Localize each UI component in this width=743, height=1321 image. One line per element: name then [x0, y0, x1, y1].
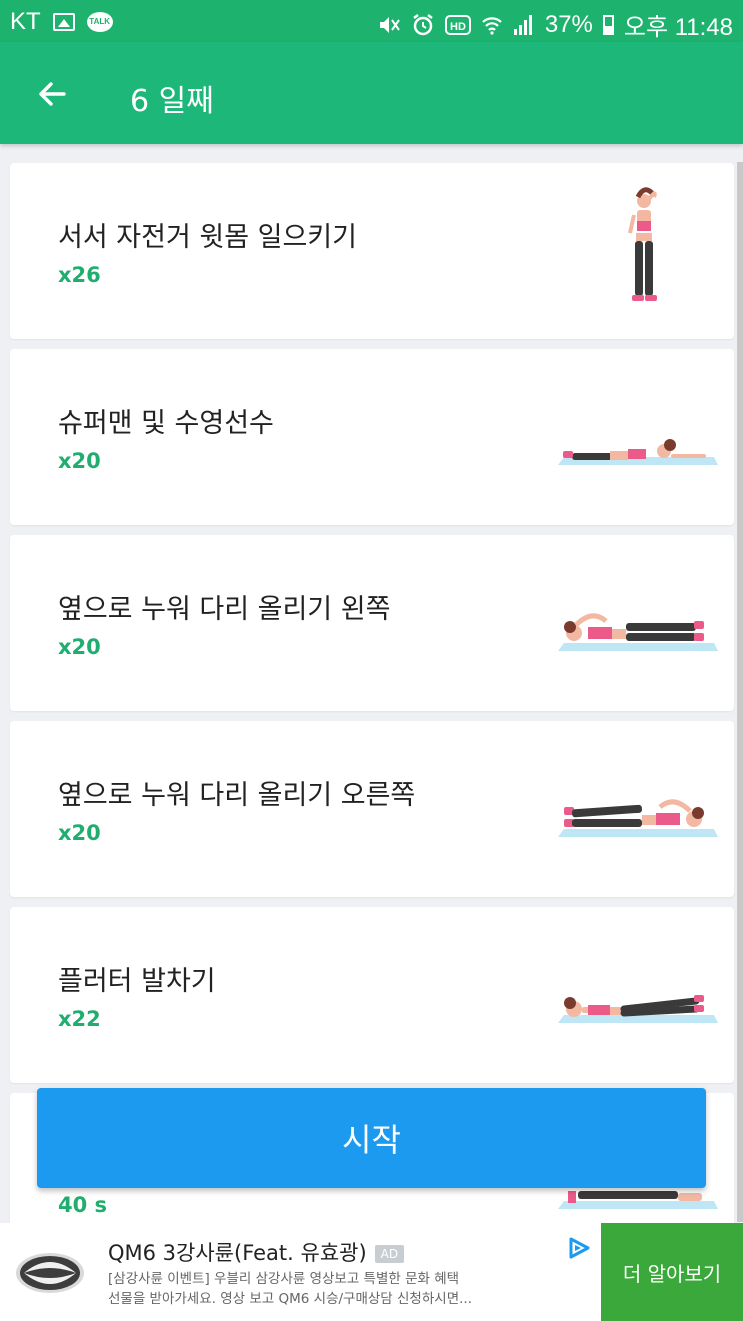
flutter-kicks-illustration [558, 995, 718, 1023]
exercise-name: 슈퍼맨 및 수영선수 [58, 408, 274, 439]
alarm-icon [413, 13, 433, 35]
exercise-item[interactable]: 옆으로 누워 다리 올리기 오른쪽 x20 [10, 721, 734, 897]
battery-percent: 37% [544, 10, 593, 38]
ad-badge: AD [374, 1245, 405, 1263]
signal-icon [513, 14, 532, 35]
exercise-reps: x22 [58, 1007, 101, 1031]
status-bar: KT TALK HD 37% 오후 11:48 [0, 0, 743, 42]
wifi-icon [482, 16, 502, 35]
side-leg-lift-left-illustration [558, 613, 718, 651]
arrow-left-icon [39, 82, 66, 106]
mute-icon [379, 16, 400, 33]
exercise-item[interactable]: 서서 자전거 윗몸 일으키기 x26 [10, 163, 734, 339]
app-bar: 6 일째 [0, 42, 743, 144]
exercise-reps: x20 [58, 821, 101, 845]
svg-text:HD: HD [450, 21, 466, 33]
battery-icon [602, 14, 614, 35]
start-button[interactable]: 시작 [37, 1088, 706, 1188]
ad-banner[interactable]: QM6 3강사륜(Feat. 유효광) AD [삼강사륜 이벤트] 우블리 삼강사… [0, 1223, 743, 1321]
carrier-label: KT [10, 8, 41, 35]
hd-icon: HD [444, 14, 471, 35]
car-brand-logo [16, 1253, 84, 1293]
exercise-name: 옆으로 누워 다리 올리기 왼쪽 [58, 594, 391, 625]
kakaotalk-icon: TALK [86, 12, 113, 32]
superman-swimmer-illustration [558, 439, 718, 465]
exercise-reps: x20 [58, 635, 101, 659]
ad-description: [삼강사륜 이벤트] 우블리 삼강사륜 영상보고 특별한 문화 혜택 선물을 받… [108, 1269, 548, 1309]
exercise-name: 옆으로 누워 다리 올리기 오른쪽 [58, 780, 416, 811]
exercise-item[interactable]: 슈퍼맨 및 수영선수 x20 [10, 349, 734, 525]
ad-title-text: QM6 3강사륜(Feat. 유효광) [108, 1241, 367, 1265]
ad-description-line: 선물을 받아가세요. 영상 보고 QM6 시승/구매상담 신청하시면... [108, 1291, 472, 1307]
exercise-reps: 40 s [58, 1193, 108, 1217]
exercise-item[interactable]: 플러터 발차기 x22 [10, 907, 734, 1083]
exercise-name: 플러터 발차기 [58, 966, 216, 997]
standing-bicycle-crunch-illustration [628, 187, 657, 301]
scrollbar[interactable] [737, 162, 743, 1222]
learn-more-button[interactable]: 더 알아보기 [601, 1223, 743, 1321]
ad-choices-icon[interactable] [566, 1235, 592, 1261]
side-leg-lift-right-illustration [558, 799, 718, 837]
exercise-item[interactable]: 옆으로 누워 다리 올리기 왼쪽 x20 [10, 535, 734, 711]
back-button[interactable] [26, 68, 78, 120]
exercise-name: 서서 자전거 윗몸 일으키기 [58, 222, 357, 253]
ad-title[interactable]: QM6 3강사륜(Feat. 유효광) AD [108, 1237, 405, 1267]
clock: 오후 11:48 [623, 14, 733, 41]
exercise-reps: x26 [58, 263, 101, 287]
page-title: 6 일째 [130, 84, 214, 119]
gallery-icon [52, 13, 75, 31]
exercise-reps: x20 [58, 449, 101, 473]
ad-description-line: [삼강사륜 이벤트] 우블리 삼강사륜 영상보고 특별한 문화 혜택 [108, 1271, 460, 1287]
